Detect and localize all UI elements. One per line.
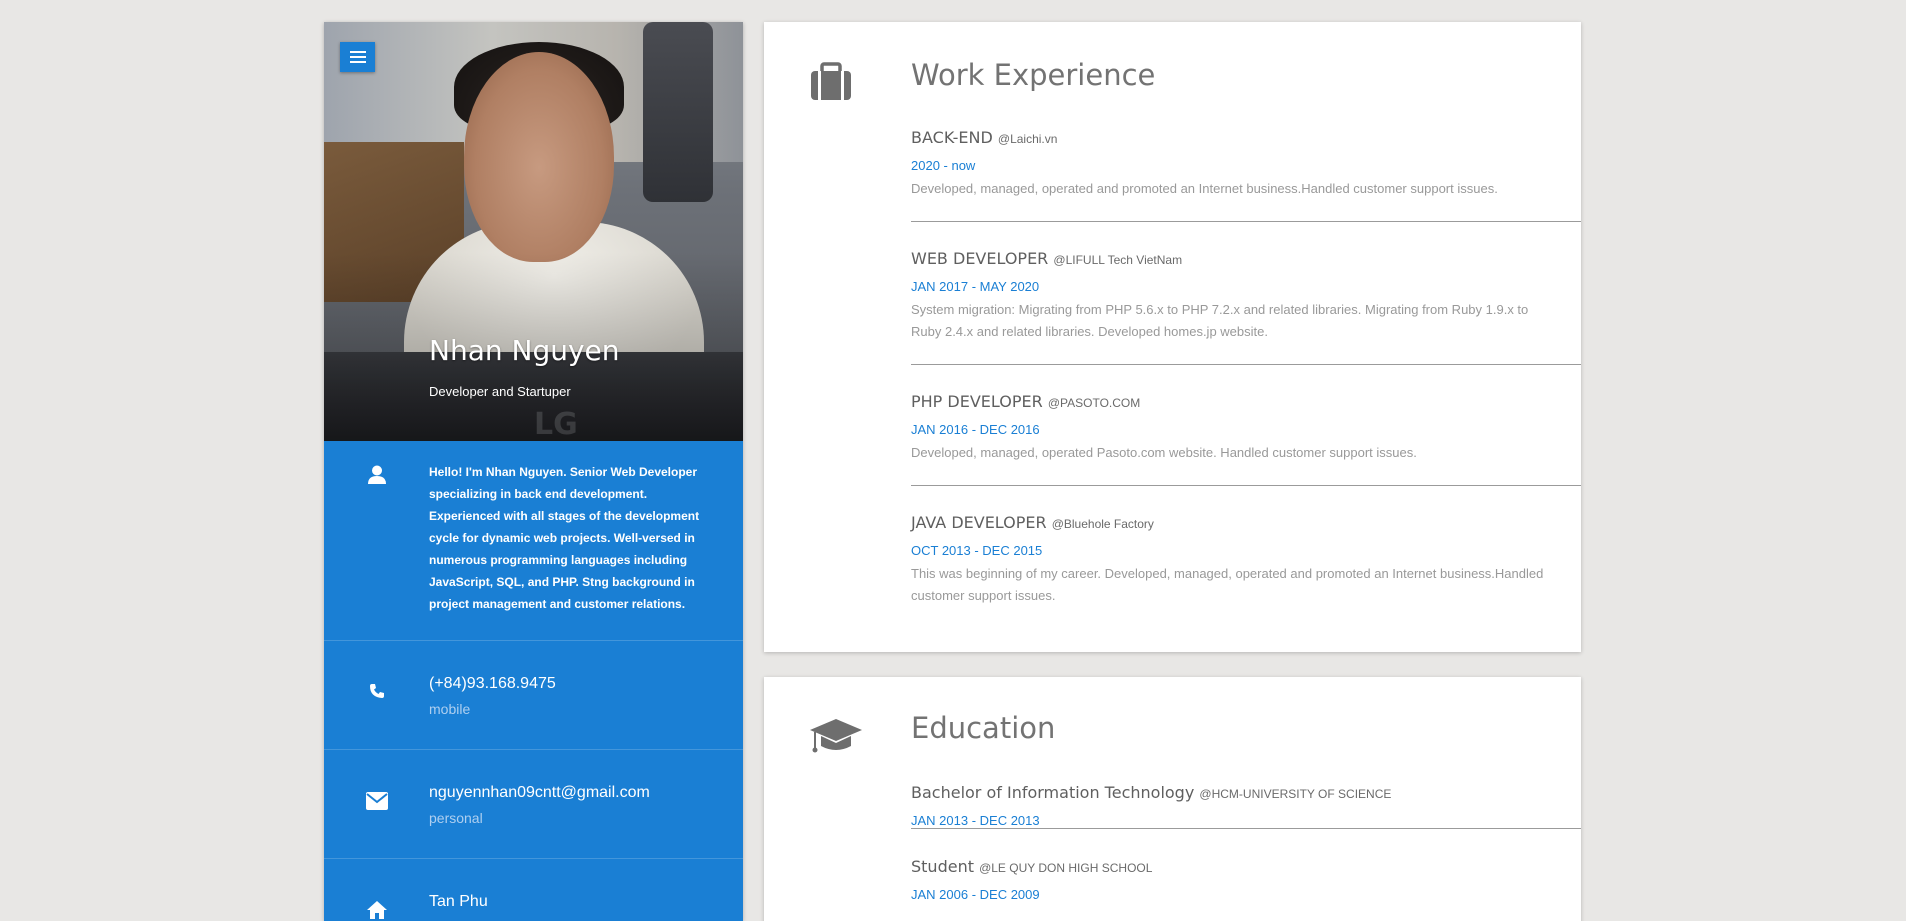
education-title: Education xyxy=(911,711,1056,745)
profile-photo: LG Nhan Nguyen Developer and Startuper xyxy=(324,22,743,441)
email-address[interactable]: nguyennhan09cntt@gmail.com xyxy=(429,784,743,802)
graduation-cap-icon xyxy=(809,717,863,760)
education-date: JAN 2006 - DEC 2009 xyxy=(911,887,1040,902)
education-school: @HCM-UNIVERSITY OF SCIENCE xyxy=(1199,787,1392,801)
work-company: @LIFULL Tech VietNam xyxy=(1053,253,1183,267)
phone-label: mobile xyxy=(429,701,471,717)
divider xyxy=(911,221,1581,222)
contact-email: nguyennhan09cntt@gmail.com personal xyxy=(324,749,743,858)
work-entry: JAVA DEVELOPER @Bluehole Factory OCT 201… xyxy=(911,513,1581,607)
home-icon xyxy=(364,901,390,919)
phone-number[interactable]: (+84)93.168.9475 xyxy=(429,675,743,693)
profile-name: Nhan Nguyen xyxy=(429,334,620,367)
divider xyxy=(911,485,1581,486)
work-date: 2020 - now xyxy=(911,158,976,173)
profile-card: LG Nhan Nguyen Developer and Startuper H… xyxy=(324,22,743,921)
divider xyxy=(911,828,1581,829)
education-date: JAN 2013 - DEC 2013 xyxy=(911,813,1040,828)
address-text: Tan Phu xyxy=(429,893,488,910)
education-degree: Student xyxy=(911,857,974,876)
about-text: Hello! I'm Nhan Nguyen. Senior Web Devel… xyxy=(429,465,700,611)
work-experience-card: Work Experience BACK-END @Laichi.vn 2020… xyxy=(764,22,1581,652)
work-entry: WEB DEVELOPER @LIFULL Tech VietNam JAN 2… xyxy=(911,249,1581,343)
work-position: BACK-END xyxy=(911,128,993,147)
phone-icon xyxy=(364,683,390,699)
education-degree: Bachelor of Information Technology xyxy=(911,783,1195,802)
work-entry: BACK-END @Laichi.vn 2020 - now Developed… xyxy=(911,128,1581,200)
about-section: Hello! I'm Nhan Nguyen. Senior Web Devel… xyxy=(324,441,743,640)
briefcase-icon xyxy=(809,62,853,107)
contact-address: Tan Phu xyxy=(324,858,743,921)
work-company: @Bluehole Factory xyxy=(1051,517,1154,531)
work-description: Developed, managed, operated and promote… xyxy=(911,181,1498,196)
contact-phone: (+84)93.168.9475 mobile xyxy=(324,640,743,749)
education-school: @LE QUY DON HIGH SCHOOL xyxy=(979,861,1153,875)
email-label: personal xyxy=(429,810,483,826)
work-company: @PASOTO.COM xyxy=(1047,396,1141,410)
education-entry: Bachelor of Information Technology @HCM-… xyxy=(911,783,1581,828)
hamburger-menu-button[interactable] xyxy=(340,42,375,72)
education-entry: Student @LE QUY DON HIGH SCHOOL JAN 2006… xyxy=(911,857,1581,902)
work-description: System migration: Migrating from PHP 5.6… xyxy=(911,302,1529,339)
work-position: WEB DEVELOPER xyxy=(911,249,1049,268)
user-icon xyxy=(364,465,390,485)
profile-role: Developer and Startuper xyxy=(429,384,571,399)
education-card: Education Bachelor of Information Techno… xyxy=(764,677,1581,921)
divider xyxy=(911,364,1581,365)
work-experience-title: Work Experience xyxy=(911,58,1156,92)
envelope-icon xyxy=(364,792,390,810)
work-date: JAN 2017 - MAY 2020 xyxy=(911,279,1040,294)
work-entry: PHP DEVELOPER @PASOTO.COM JAN 2016 - DEC… xyxy=(911,392,1581,464)
work-description: This was beginning of my career. Develop… xyxy=(911,566,1544,603)
work-description: Developed, managed, operated Pasoto.com … xyxy=(911,445,1417,460)
work-date: OCT 2013 - DEC 2015 xyxy=(911,543,1043,558)
work-company: @Laichi.vn xyxy=(997,132,1058,146)
work-date: JAN 2016 - DEC 2016 xyxy=(911,422,1040,437)
work-position: PHP DEVELOPER xyxy=(911,392,1043,411)
work-position: JAVA DEVELOPER xyxy=(911,513,1047,532)
